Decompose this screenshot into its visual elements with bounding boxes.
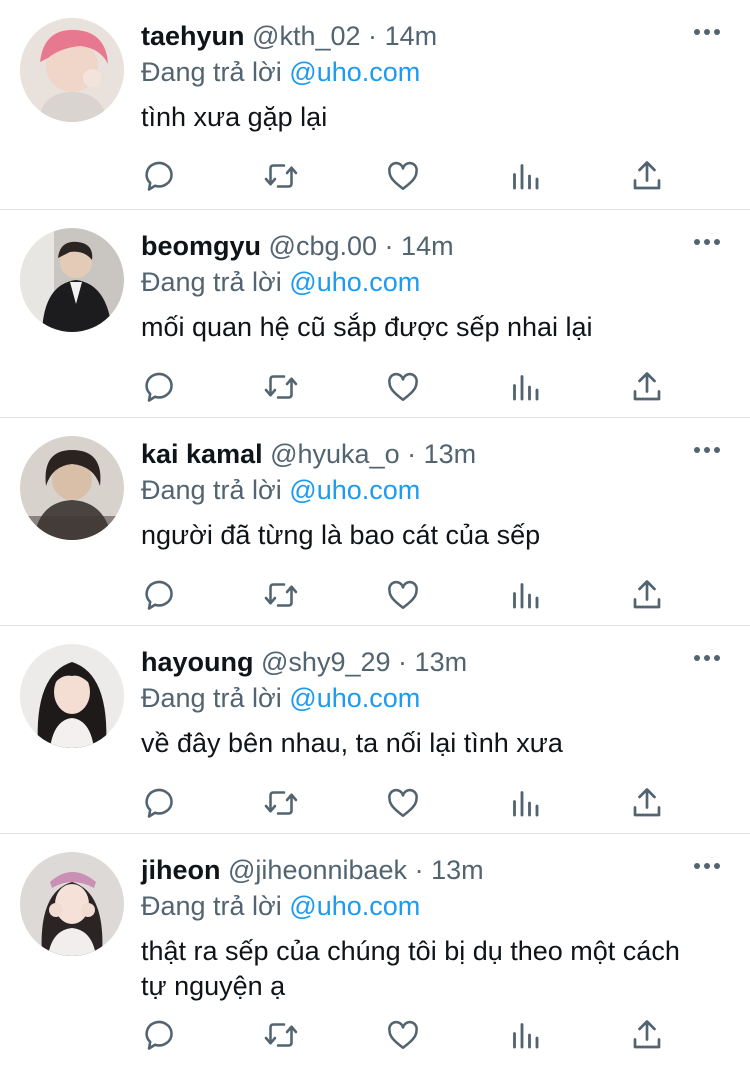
replying-to-label: Đang trả lời	[141, 475, 282, 505]
reply-feed: taehyun @kth_02 · 14m Đang trả lời @uho.…	[0, 0, 750, 1065]
tweet-header: kai kamal @hyuka_o · 13m	[141, 436, 726, 472]
heart-icon[interactable]	[383, 1015, 423, 1055]
avatar[interactable]	[20, 436, 124, 540]
replying-to-label: Đang trả lời	[141, 683, 282, 713]
display-name[interactable]: kai kamal	[141, 439, 263, 469]
avatar[interactable]	[20, 228, 124, 332]
stats-icon[interactable]	[505, 156, 545, 196]
replying-to-label: Đang trả lời	[141, 267, 282, 297]
reply-icon[interactable]	[141, 783, 181, 823]
tweet-header: hayoung @shy9_29 · 13m	[141, 644, 726, 680]
timestamp[interactable]: 13m	[431, 855, 484, 885]
share-icon[interactable]	[627, 156, 667, 196]
separator-dot: ·	[384, 231, 394, 261]
replying-to-label: Đang trả lời	[141, 891, 282, 921]
tweet[interactable]: kai kamal @hyuka_o · 13m Đang trả lời @u…	[0, 418, 750, 626]
action-bar	[141, 575, 671, 615]
replying-to-link[interactable]: @uho.com	[289, 891, 420, 921]
reply-icon[interactable]	[141, 1015, 181, 1055]
replying-to-link[interactable]: @uho.com	[289, 267, 420, 297]
action-bar	[141, 1015, 671, 1055]
avatar[interactable]	[20, 644, 124, 748]
tweet-text: tình xưa gặp lại	[141, 102, 328, 132]
replying-to-label: Đang trả lời	[141, 57, 282, 87]
display-name[interactable]: hayoung	[141, 647, 254, 677]
replying-to-link[interactable]: @uho.com	[289, 57, 420, 87]
tweet-header: jiheon @jiheonnibaek · 13m	[141, 852, 726, 888]
stats-icon[interactable]	[505, 1015, 545, 1055]
separator-dot: ·	[407, 439, 417, 469]
reply-icon[interactable]	[141, 575, 181, 615]
share-icon[interactable]	[627, 575, 667, 615]
tweet-text: người đã từng là bao cát của sếp	[141, 520, 541, 550]
action-bar	[141, 783, 671, 823]
stats-icon[interactable]	[505, 575, 545, 615]
reply-icon[interactable]	[141, 156, 181, 196]
replying-to-link[interactable]: @uho.com	[289, 475, 420, 505]
replying-to: Đang trả lời @uho.com	[141, 54, 726, 90]
user-handle[interactable]: @cbg.00	[269, 231, 377, 261]
user-handle[interactable]: @shy9_29	[261, 647, 391, 677]
replying-to: Đang trả lời @uho.com	[141, 680, 726, 716]
separator-dot: ·	[398, 647, 408, 677]
replying-to: Đang trả lời @uho.com	[141, 472, 726, 508]
display-name[interactable]: jiheon	[141, 855, 221, 885]
user-handle[interactable]: @kth_02	[252, 21, 360, 51]
retweet-icon[interactable]	[261, 1015, 301, 1055]
timestamp[interactable]: 13m	[424, 439, 477, 469]
retweet-icon[interactable]	[261, 156, 301, 196]
separator-dot: ·	[368, 21, 378, 51]
avatar[interactable]	[20, 852, 124, 956]
retweet-icon[interactable]	[261, 783, 301, 823]
tweet-text: thật ra sếp của chúng tôi bị dụ theo một…	[141, 936, 680, 1001]
separator-dot: ·	[414, 855, 424, 885]
action-bar	[141, 156, 671, 196]
replying-to-link[interactable]: @uho.com	[289, 683, 420, 713]
replying-to: Đang trả lời @uho.com	[141, 888, 726, 924]
stats-icon[interactable]	[505, 783, 545, 823]
timestamp[interactable]: 14m	[385, 21, 438, 51]
more-horizontal-icon[interactable]	[692, 648, 722, 668]
tweet[interactable]: beomgyu @cbg.00 · 14m Đang trả lời @uho.…	[0, 210, 750, 418]
tweet[interactable]: taehyun @kth_02 · 14m Đang trả lời @uho.…	[0, 0, 750, 210]
more-horizontal-icon[interactable]	[692, 440, 722, 460]
share-icon[interactable]	[627, 1015, 667, 1055]
stats-icon[interactable]	[505, 367, 545, 407]
display-name[interactable]: beomgyu	[141, 231, 261, 261]
avatar[interactable]	[20, 18, 124, 122]
replying-to: Đang trả lời @uho.com	[141, 264, 726, 300]
tweet-header: taehyun @kth_02 · 14m	[141, 18, 726, 54]
retweet-icon[interactable]	[261, 575, 301, 615]
share-icon[interactable]	[627, 367, 667, 407]
retweet-icon[interactable]	[261, 367, 301, 407]
more-horizontal-icon[interactable]	[692, 856, 722, 876]
more-horizontal-icon[interactable]	[692, 22, 722, 42]
tweet-text: về đây bên nhau, ta nối lại tình xưa	[141, 728, 563, 758]
tweet-header: beomgyu @cbg.00 · 14m	[141, 228, 726, 264]
heart-icon[interactable]	[383, 783, 423, 823]
tweet[interactable]: jiheon @jiheonnibaek · 13m Đang trả lời …	[0, 834, 750, 1065]
heart-icon[interactable]	[383, 367, 423, 407]
user-handle[interactable]: @hyuka_o	[270, 439, 400, 469]
user-handle[interactable]: @jiheonnibaek	[228, 855, 407, 885]
more-horizontal-icon[interactable]	[692, 232, 722, 252]
tweet[interactable]: hayoung @shy9_29 · 13m Đang trả lời @uho…	[0, 626, 750, 834]
heart-icon[interactable]	[383, 575, 423, 615]
reply-icon[interactable]	[141, 367, 181, 407]
display-name[interactable]: taehyun	[141, 21, 245, 51]
action-bar	[141, 367, 671, 407]
timestamp[interactable]: 13m	[415, 647, 468, 677]
heart-icon[interactable]	[383, 156, 423, 196]
share-icon[interactable]	[627, 783, 667, 823]
tweet-text: mối quan hệ cũ sắp được sếp nhai lại	[141, 312, 593, 342]
timestamp[interactable]: 14m	[401, 231, 454, 261]
